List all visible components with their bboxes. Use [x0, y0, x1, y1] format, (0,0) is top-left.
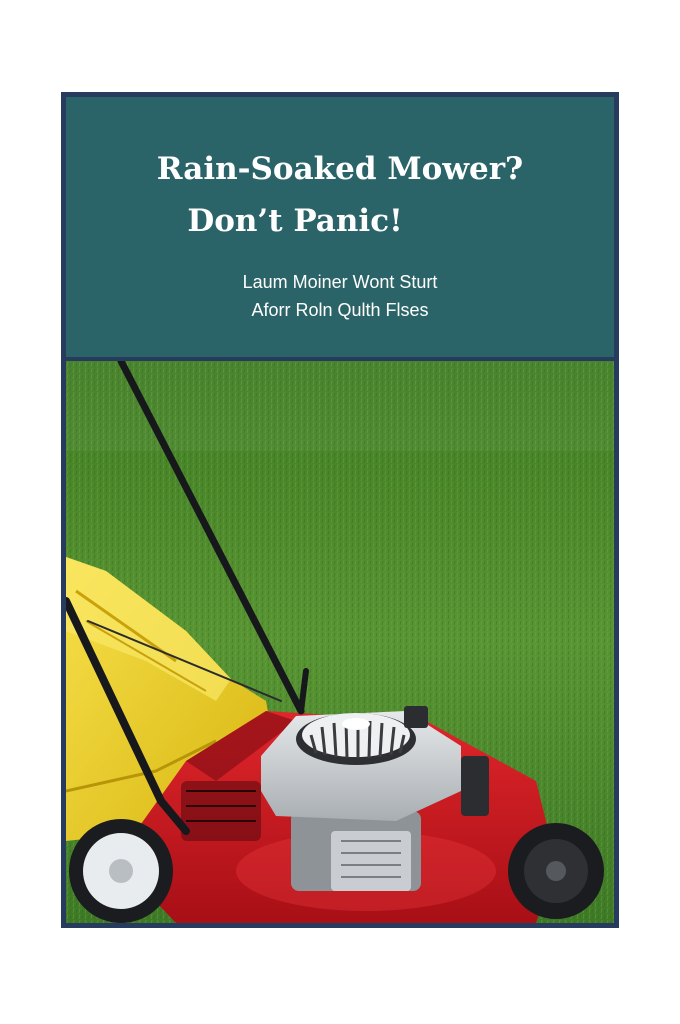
mower-photo — [66, 361, 614, 923]
front-wheel — [69, 819, 173, 923]
cover-title-line-2: Don’t Panic! — [187, 203, 403, 239]
cover-title-line-1: Rain-Soaked Mower? — [156, 151, 524, 187]
cover-subtitle-line-1: Laum Moiner Wont Sturt — [242, 272, 438, 292]
rear-wheel — [508, 823, 604, 919]
book-cover: Rain-Soaked Mower? Don’t Panic! Laum Moi… — [61, 92, 619, 928]
cover-header: Rain-Soaked Mower? Don’t Panic! Laum Moi… — [66, 97, 614, 357]
cover-subtitle-line-2: Aforr Roln Qulth Flses — [251, 300, 429, 320]
